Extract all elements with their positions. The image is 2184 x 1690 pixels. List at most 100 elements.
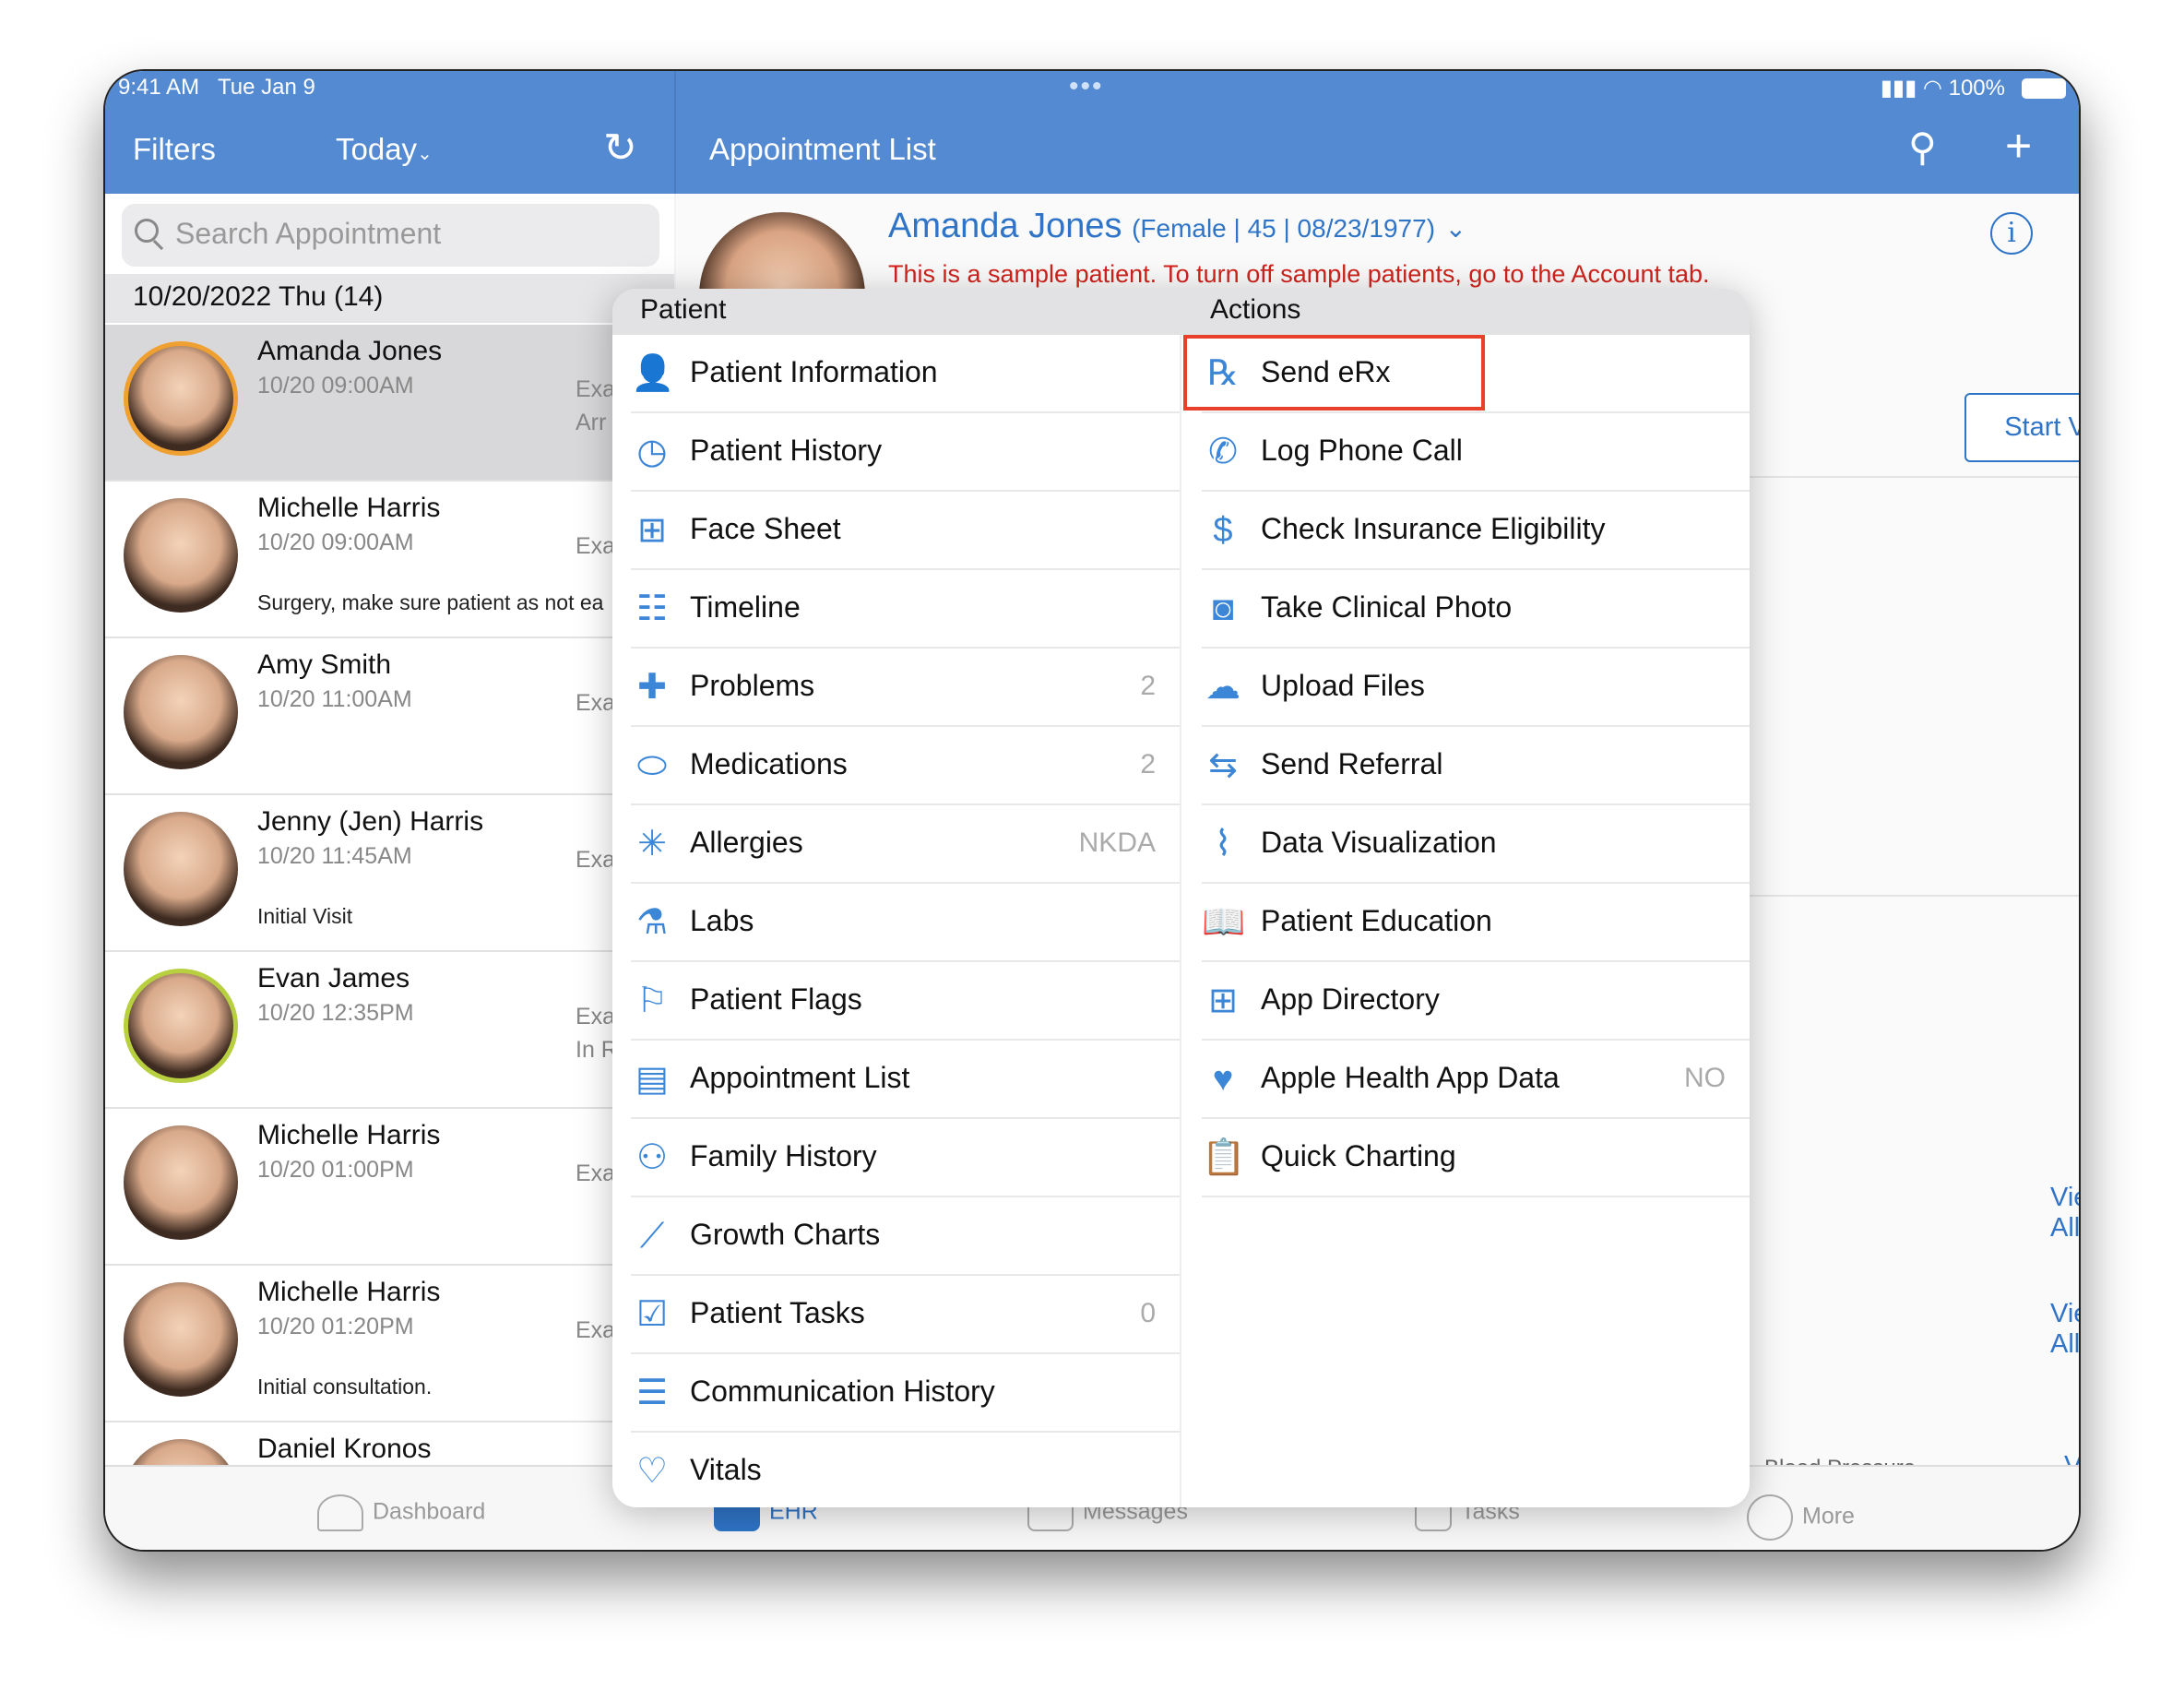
- heart-pulse-icon: ♡: [635, 1452, 669, 1491]
- appointment-row[interactable]: Evan James 10/20 12:35PM Exa In R: [105, 952, 674, 1109]
- appointment-row[interactable]: Michelle Harris 10/20 01:20PM Exa Initia…: [105, 1266, 674, 1422]
- menu-item-patient-history[interactable]: ◷ Patient History: [631, 413, 1180, 492]
- status-time: 9:41 AM: [118, 75, 200, 100]
- gauge-icon: [317, 1494, 363, 1531]
- appointment-time: 10/20 09:00AM: [257, 530, 414, 555]
- tab-dashboard[interactable]: Dashboard: [317, 1494, 485, 1531]
- search-icon[interactable]: ⚲: [1908, 125, 1937, 170]
- menu-item-allergies[interactable]: ✳ Allergies NKDA: [631, 805, 1180, 884]
- menu-item-log-phone-call[interactable]: ✆ Log Phone Call: [1202, 413, 1750, 492]
- appointment-name: Michelle Harris: [257, 1120, 441, 1150]
- sample-patient-warning: This is a sample patient. To turn off sa…: [888, 260, 1710, 288]
- tab-more[interactable]: More: [1747, 1494, 1855, 1541]
- appointment-type: Exa: [576, 1157, 615, 1190]
- ellipsis-icon[interactable]: •••: [1069, 71, 1104, 102]
- asterisk-icon: ✳: [637, 825, 667, 863]
- menu-item-label: Apple Health App Data: [1261, 1061, 1560, 1094]
- menu-item-problems[interactable]: ✚ Problems 2: [631, 649, 1180, 727]
- menu-item-send-referral[interactable]: ⇆ Send Referral: [1202, 727, 1750, 805]
- menu-item-appointment-list[interactable]: ▤ Appointment List: [631, 1041, 1180, 1119]
- actions-section-header: Actions: [1210, 294, 1301, 325]
- appointment-row[interactable]: Michelle Harris 10/20 01:00PM Exa: [105, 1109, 674, 1266]
- menu-item-timeline[interactable]: ☷ Timeline: [631, 570, 1180, 649]
- info-icon[interactable]: i: [1990, 212, 2033, 255]
- appointment-type: Exa: [576, 530, 615, 563]
- search-placeholder: Search Appointment: [175, 217, 442, 250]
- appointment-row[interactable]: Jenny (Jen) Harris 10/20 11:45AM Exa Ini…: [105, 795, 674, 952]
- menu-item-label: Timeline: [690, 590, 801, 624]
- menu-item-label: Medications: [690, 747, 848, 780]
- view-all-link[interactable]: View All: [2050, 1299, 2079, 1360]
- start-visit-button[interactable]: Start Visit: [1964, 393, 2079, 462]
- appointment-row[interactable]: Michelle Harris 10/20 09:00AM Exa Surger…: [105, 482, 674, 638]
- type-text: Exa: [576, 1160, 616, 1186]
- menu-item-face-sheet[interactable]: ⊞ Face Sheet: [631, 492, 1180, 570]
- menu-item-label: Family History: [690, 1139, 877, 1172]
- appointment-type: Exa: [576, 686, 615, 720]
- patient-actions-popover: Patient Actions 👤 Patient Information ◷ …: [612, 289, 1750, 1507]
- camera-icon: ◙: [1212, 589, 1234, 628]
- menu-item-data-visualization[interactable]: ⌇ Data Visualization: [1202, 805, 1750, 884]
- plus-icon[interactable]: +: [2005, 119, 2032, 173]
- appointment-time: 10/20 09:00AM: [257, 373, 414, 399]
- appointment-type: Exa Arr: [576, 373, 615, 439]
- menu-item-vitals[interactable]: ♡ Vitals: [631, 1433, 1180, 1507]
- flag-icon: ⚐: [635, 982, 669, 1020]
- appointment-name: Daniel Kronos: [257, 1434, 432, 1464]
- appointment-row[interactable]: Amy Smith 10/20 11:00AM Exa: [105, 638, 674, 795]
- checklist-icon: ☑: [635, 1295, 669, 1334]
- menu-item-upload-files[interactable]: ☁ Upload Files: [1202, 649, 1750, 727]
- menu-item-patient-education[interactable]: 📖 Patient Education: [1202, 884, 1750, 962]
- appointment-list-pane: Search Appointment 10/20/2022 Thu (14) A…: [105, 194, 674, 1465]
- menu-item-labs[interactable]: ⚗ Labs: [631, 884, 1180, 962]
- divider: [1746, 895, 2079, 897]
- patient-avatar: [124, 1125, 238, 1240]
- type-text: Exa: [576, 847, 616, 873]
- refresh-icon[interactable]: ↻: [603, 125, 637, 172]
- appointment-row[interactable]: Amanda Jones 10/20 09:00AM Exa Arr: [105, 325, 674, 482]
- patient-avatar: [124, 1282, 238, 1397]
- appointment-name: Jenny (Jen) Harris: [257, 806, 484, 837]
- menu-item-take-clinical-photo[interactable]: ◙ Take Clinical Photo: [1202, 570, 1750, 649]
- menu-item-badge: NKDA: [1078, 827, 1156, 858]
- patient-details: (Female | 45 | 08/23/1977): [1132, 214, 1436, 243]
- menu-item-label: Labs: [690, 904, 754, 937]
- menu-item-check-insurance-eligibility[interactable]: $ Check Insurance Eligibility: [1202, 492, 1750, 570]
- patient-name[interactable]: Amanda Jones (Female | 45 | 08/23/1977) …: [888, 207, 1466, 246]
- appointment-row[interactable]: Daniel Kronos: [105, 1422, 674, 1465]
- person-icon: 👤: [631, 354, 675, 393]
- menu-item-label: Patient Education: [1261, 904, 1492, 937]
- menu-item-family-history[interactable]: ⚇ Family History: [631, 1119, 1180, 1197]
- view-all-link[interactable]: View All: [2050, 1183, 2079, 1244]
- menu-item-patient-tasks[interactable]: ☑ Patient Tasks 0: [631, 1276, 1180, 1354]
- menu-item-label: Problems: [690, 669, 815, 702]
- calendar-clock-icon: ▤: [635, 1060, 669, 1099]
- search-input[interactable]: Search Appointment: [122, 204, 659, 267]
- appointment-list-title: Appointment List: [709, 132, 936, 166]
- menu-item-app-directory[interactable]: ⊞ App Directory: [1202, 962, 1750, 1041]
- history-icon: ◷: [636, 433, 668, 471]
- menu-item-patient-flags[interactable]: ⚐ Patient Flags: [631, 962, 1180, 1041]
- menu-item-growth-charts[interactable]: ⟋ Growth Charts: [631, 1197, 1180, 1276]
- top-bar: 9:41 AM Tue Jan 9 ••• ▮▮▮ ◠ 100% Filters…: [105, 71, 2079, 194]
- menu-item-badge: 2: [1140, 749, 1156, 780]
- menu-item-communication-history[interactable]: ☰ Communication History: [631, 1354, 1180, 1433]
- battery-percent: 100%: [1948, 76, 2005, 101]
- filters-button[interactable]: Filters: [133, 132, 216, 167]
- menu-item-badge: 2: [1140, 671, 1156, 701]
- menu-item-label: Upload Files: [1261, 669, 1425, 702]
- menu-item-medications[interactable]: ⬭ Medications 2: [631, 727, 1180, 805]
- appointment-time: 10/20 12:35PM: [257, 1000, 414, 1026]
- menu-item-label: Communication History: [690, 1375, 995, 1408]
- date-header: 10/20/2022 Thu (14): [105, 274, 674, 323]
- type-text: Exa: [576, 690, 616, 716]
- type-text: Exa: [576, 1317, 616, 1343]
- menu-item-label: Patient History: [690, 434, 883, 467]
- flask-icon: ⚗: [635, 903, 669, 942]
- today-dropdown[interactable]: Today⌄: [336, 132, 433, 167]
- send-erx-highlight: [1183, 335, 1485, 411]
- menu-item-quick-charting[interactable]: 📋 Quick Charting: [1202, 1119, 1750, 1197]
- menu-item-apple-health-app-data[interactable]: ♥ Apple Health App Data NO: [1202, 1041, 1750, 1119]
- menu-item-patient-information[interactable]: 👤 Patient Information: [631, 335, 1180, 413]
- status-text: In R: [576, 1037, 618, 1063]
